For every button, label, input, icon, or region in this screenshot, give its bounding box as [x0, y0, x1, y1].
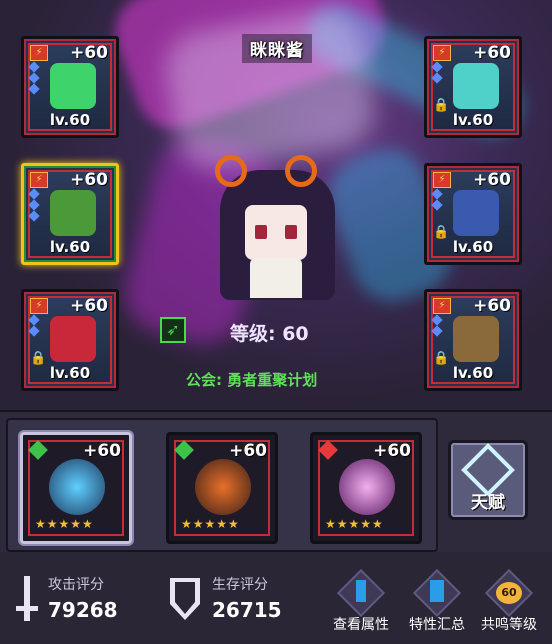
attributes-bar-icon — [356, 580, 366, 602]
character-eye — [285, 225, 297, 239]
star-rating: ★★★★★ — [325, 517, 384, 531]
amulet-equipment-icon — [453, 63, 499, 109]
crown-equipment-icon — [50, 63, 96, 109]
equip-slot-left-3[interactable]: ⚡ 🔒 +60 lv.60 — [21, 289, 119, 391]
talent-label: 天赋 — [471, 493, 505, 513]
gem-sockets — [28, 61, 40, 96]
talent-button[interactable]: 天赋 — [448, 440, 528, 520]
trait-summary-button[interactable]: 特性汇总 — [406, 568, 468, 640]
weapon-slot-1[interactable]: +60 ★★★★★ — [20, 432, 132, 544]
character-body — [250, 258, 302, 298]
shield-icon — [170, 578, 200, 620]
boots-equipment-icon — [453, 316, 499, 362]
crescent-blade-icon — [339, 459, 395, 515]
refine-icon: ⚡ — [30, 45, 48, 61]
cloak-equipment-icon — [50, 190, 96, 236]
attack-score-label: 攻击评分 — [48, 577, 104, 593]
item-level: lv.60 — [49, 111, 91, 129]
refine-icon: ⚡ — [30, 172, 48, 188]
attack-score-value: 79268 — [48, 598, 118, 622]
enhance-level: +60 — [473, 296, 511, 316]
survival-score-value: 26715 — [212, 598, 282, 622]
ring-equipment-icon — [453, 190, 499, 236]
view-attributes-label: 查看属性 — [333, 617, 389, 633]
refine-icon: ⚡ — [433, 45, 451, 61]
enhance-level: +60 — [229, 441, 267, 461]
hero-name: 眯眯酱 — [242, 34, 312, 63]
weapon-slot-2[interactable]: +60 ★★★★★ — [166, 432, 278, 544]
item-level: lv.60 — [452, 364, 494, 382]
equip-slot-left-1[interactable]: ⚡ +60 lv.60 — [21, 36, 119, 138]
item-level: lv.60 — [49, 364, 91, 382]
item-level: lv.60 — [49, 238, 91, 256]
hero-character[interactable] — [215, 155, 340, 300]
enhance-level: +60 — [70, 43, 108, 63]
refine-icon: ⚡ — [30, 298, 48, 314]
enhance-level: +60 — [473, 43, 511, 63]
resonance-level-value: 60 — [496, 582, 522, 604]
weapon-frame: +60 ★★★★★ +60 ★★★★★ +60 ★★★★★ — [6, 418, 438, 552]
gem-sockets — [28, 314, 40, 338]
fire-orb-icon — [195, 459, 251, 515]
star-rating: ★★★★★ — [181, 517, 240, 531]
equip-slot-right-1[interactable]: ⚡ 🔒 +60 lv.60 — [424, 36, 522, 138]
traits-bar-icon — [430, 580, 444, 602]
gem-sockets — [431, 188, 443, 212]
enhance-level: +60 — [70, 296, 108, 316]
moon-blade-icon — [49, 459, 105, 515]
equip-slot-left-2[interactable]: ⚡ +60 lv.60 — [21, 163, 119, 265]
equip-slot-right-3[interactable]: ⚡ 🔒 +60 lv.60 — [424, 289, 522, 391]
view-attributes-button[interactable]: 查看属性 — [330, 568, 392, 640]
hero-info: ➶ 等级: 60 公会: 勇者重聚计划 — [160, 315, 360, 395]
character-ornament — [215, 155, 247, 187]
refine-icon: ⚡ — [433, 172, 451, 188]
resonance-level-label: 共鸣等级 — [481, 617, 537, 633]
refine-icon: ⚡ — [433, 298, 451, 314]
character-face — [245, 205, 307, 260]
gem-sockets — [28, 188, 40, 223]
item-level: lv.60 — [452, 111, 494, 129]
enhance-level: +60 — [473, 170, 511, 190]
enhance-level: +60 — [70, 170, 108, 190]
hero-level: 等级: 60 — [230, 323, 309, 345]
sword-icon — [16, 576, 38, 621]
equip-slot-right-2[interactable]: ⚡ 🔒 +60 lv.60 — [424, 163, 522, 265]
weapon-slot-3[interactable]: +60 ★★★★★ — [310, 432, 422, 544]
survival-score-label: 生存评分 — [212, 577, 268, 593]
character-ornament — [285, 155, 317, 187]
enhance-level: +60 — [373, 441, 411, 461]
gem-sockets — [431, 314, 443, 338]
resonance-level-button[interactable]: 60 共鸣等级 — [478, 568, 540, 640]
hero-stage: 眯眯酱 ⚡ +60 lv.60 ⚡ +60 lv.60 ⚡ 🔒 +60 lv.6… — [0, 0, 552, 410]
trait-summary-label: 特性汇总 — [409, 617, 465, 633]
item-level: lv.60 — [452, 238, 494, 256]
star-rating: ★★★★★ — [35, 517, 94, 531]
armor-equipment-icon — [50, 316, 96, 362]
class-bow-icon[interactable]: ➶ — [160, 317, 186, 343]
guild-name[interactable]: 公会: 勇者重聚计划 — [186, 369, 317, 390]
character-eye — [255, 225, 267, 239]
gem-sockets — [431, 61, 443, 85]
enhance-level: +60 — [83, 441, 121, 461]
